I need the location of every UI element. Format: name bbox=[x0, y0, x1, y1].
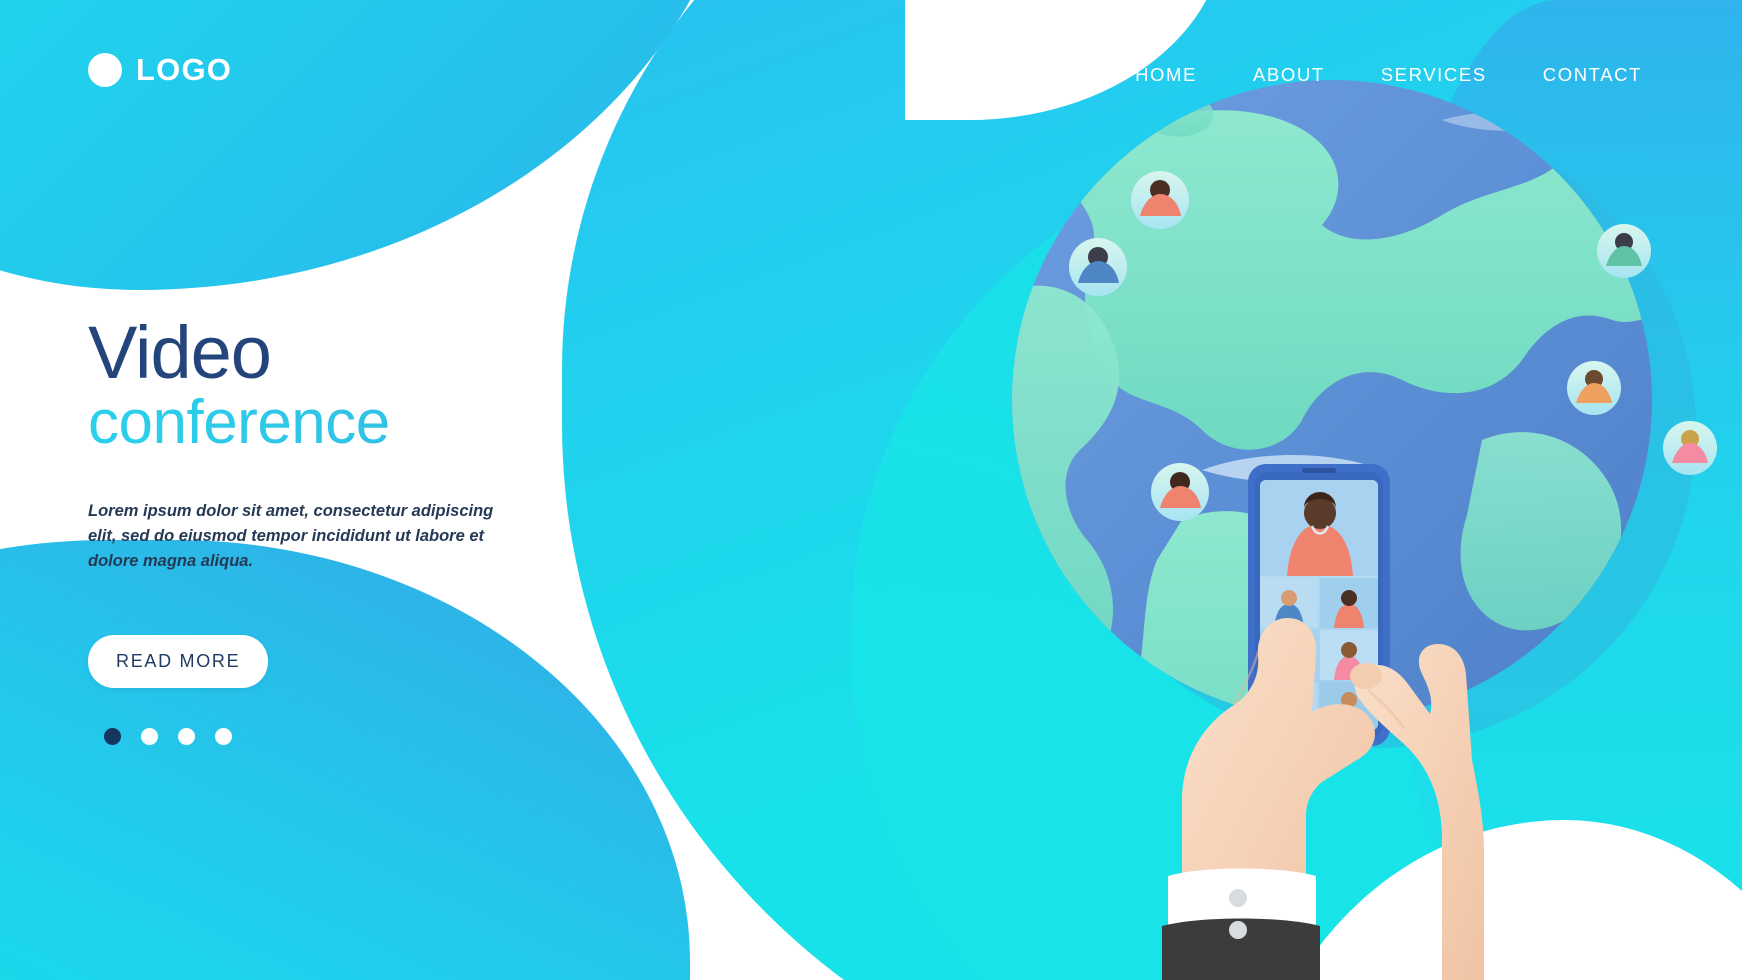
read-more-button[interactable]: READ MORE bbox=[88, 634, 269, 688]
logo-circle-icon bbox=[88, 53, 122, 87]
nav-item-home[interactable]: HOME bbox=[1135, 64, 1197, 86]
cuff-button bbox=[1229, 921, 1247, 939]
pin-south-east[interactable] bbox=[1663, 421, 1717, 475]
hero-title-line2: conference bbox=[88, 389, 608, 456]
nav-item-about[interactable]: ABOUT bbox=[1253, 64, 1325, 86]
landing-page: LOGO HOME ABOUT SERVICES CONTACT Video c… bbox=[0, 0, 1742, 980]
cuff-button bbox=[1229, 889, 1247, 907]
pagination-dot-1[interactable] bbox=[104, 727, 121, 745]
logo-text: LOGO bbox=[136, 52, 233, 87]
phone-speaker bbox=[1302, 468, 1336, 473]
hero-title-line1: Video bbox=[88, 311, 272, 394]
hero-paragraph: Lorem ipsum dolor sit amet, consectetur … bbox=[88, 502, 494, 571]
pin-south-west[interactable] bbox=[1151, 463, 1209, 521]
carousel-pagination bbox=[88, 727, 608, 745]
pagination-dot-2[interactable] bbox=[141, 727, 158, 745]
pagination-dot-4[interactable] bbox=[215, 727, 232, 745]
pin-north-west[interactable] bbox=[1131, 171, 1189, 229]
logo[interactable]: LOGO bbox=[88, 52, 232, 88]
pin-west[interactable] bbox=[1069, 238, 1127, 296]
main-navigation: HOME ABOUT SERVICES CONTACT bbox=[1135, 64, 1642, 86]
nav-item-services[interactable]: SERVICES bbox=[1381, 64, 1487, 86]
pagination-dot-3[interactable] bbox=[178, 727, 195, 745]
page-header: LOGO HOME ABOUT SERVICES CONTACT bbox=[0, 0, 1742, 150]
hero-section: Video conference Lorem ipsum dolor sit a… bbox=[88, 311, 608, 745]
nav-item-contact[interactable]: CONTACT bbox=[1543, 64, 1642, 86]
fingertip bbox=[1350, 663, 1382, 689]
pin-far-east[interactable] bbox=[1597, 224, 1651, 278]
pin-east[interactable] bbox=[1567, 361, 1621, 415]
